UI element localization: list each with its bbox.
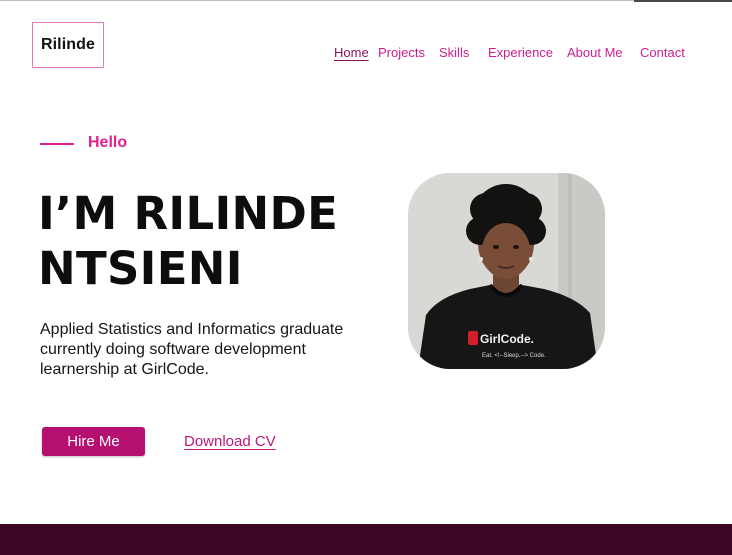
greeting-dash xyxy=(40,143,74,145)
nav-item-home[interactable]: Home xyxy=(334,45,369,60)
hero-title-line-1: I’M RILINDE xyxy=(38,187,339,240)
portrait-illustration: GirlCode. Eat. <!--Sleep.--> Code. xyxy=(408,173,605,369)
hero-title: I’M RILINDE NTSIENI xyxy=(38,186,368,296)
nav-item-about-me[interactable]: About Me xyxy=(567,45,623,60)
shirt-slogan-text: Eat. <!--Sleep.--> Code. xyxy=(482,353,546,359)
hero-title-line-2: NTSIENI xyxy=(38,242,243,295)
nav-item-skills[interactable]: Skills xyxy=(439,45,469,60)
download-cv-link[interactable]: Download CV xyxy=(184,433,276,450)
shirt-logo-text: GirlCode. xyxy=(480,332,534,346)
nav-item-contact[interactable]: Contact xyxy=(640,45,685,60)
top-border-accent xyxy=(634,0,732,2)
hero-bio: Applied Statistics and Informatics gradu… xyxy=(40,321,344,378)
greeting-text: Hello xyxy=(88,134,128,151)
logo-text: Rilinde xyxy=(40,36,96,53)
logo[interactable]: Rilinde xyxy=(32,22,104,68)
nav-item-experience[interactable]: Experience xyxy=(488,45,553,60)
nav-item-projects[interactable]: Projects xyxy=(378,45,425,60)
footer-bar xyxy=(0,524,732,555)
hire-me-button[interactable]: Hire Me xyxy=(42,427,145,456)
profile-photo: GirlCode. Eat. <!--Sleep.--> Code. xyxy=(408,173,605,369)
top-border xyxy=(0,0,732,1)
